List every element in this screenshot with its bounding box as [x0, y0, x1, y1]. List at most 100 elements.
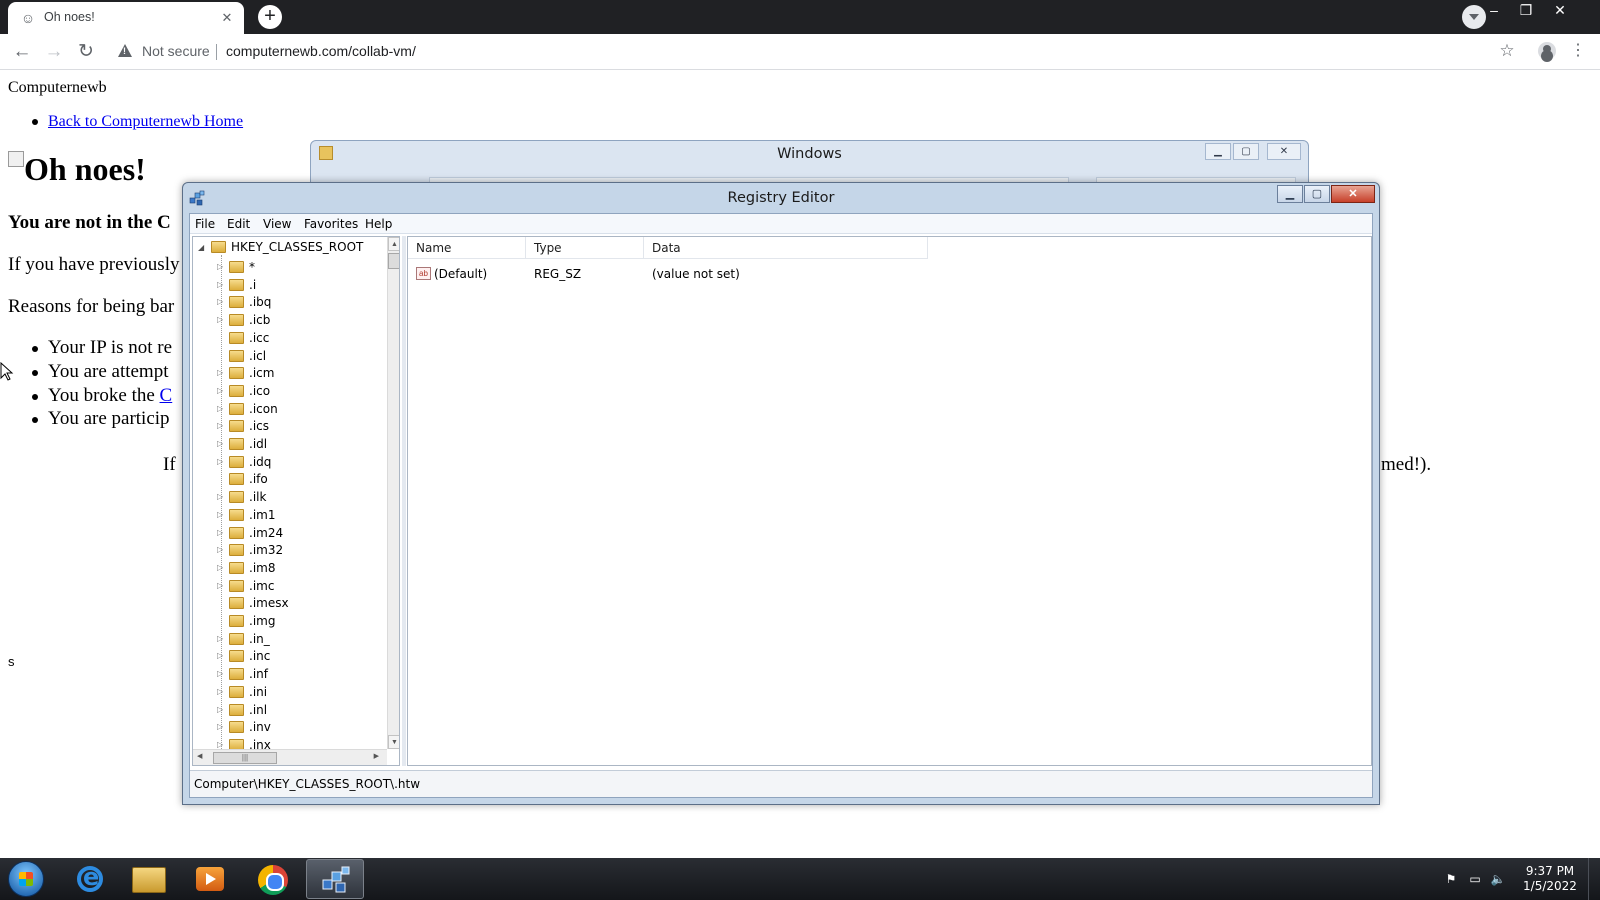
- reload-icon[interactable]: ↻: [74, 40, 98, 64]
- collapse-arrow-icon[interactable]: ◢: [198, 243, 204, 252]
- column-header-data[interactable]: Data: [644, 237, 928, 259]
- tree-item[interactable]: ▷ .idl: [193, 435, 383, 453]
- system-clock[interactable]: 9:37 PM 1/5/2022: [1518, 864, 1582, 894]
- back-arrow-icon[interactable]: ←: [10, 40, 34, 64]
- start-button[interactable]: [8, 861, 44, 897]
- forward-arrow-icon[interactable]: →: [42, 40, 66, 64]
- tree-item[interactable]: ▷ .idq: [193, 453, 383, 471]
- tree-item[interactable]: ▷ .ilk: [193, 488, 383, 506]
- tree-item[interactable]: ▷ .i: [193, 276, 383, 294]
- explorer-close-button[interactable]: ✕: [1267, 143, 1301, 160]
- expand-arrow-icon[interactable]: ▷: [217, 439, 223, 448]
- expand-arrow-icon[interactable]: ▷: [217, 386, 223, 395]
- menu-help[interactable]: Help: [365, 217, 392, 231]
- registry-key-tree[interactable]: ◢ HKEY_CLASSES_ROOT ▷ * ▷ .i ▷ .ibq ▷ .icb .icc.…: [192, 236, 400, 766]
- explorer-maximize-button[interactable]: ▢: [1233, 143, 1259, 160]
- registry-values-list[interactable]: Name Type Data ab (Default) REG_SZ (valu…: [407, 236, 1372, 766]
- tree-item[interactable]: ▷ .inf: [193, 665, 383, 683]
- tree-item-label[interactable]: .im32: [249, 543, 283, 557]
- new-tab-button[interactable]: +: [258, 5, 282, 29]
- taskbar-windows-explorer[interactable]: [120, 859, 178, 899]
- expand-arrow-icon[interactable]: ▷: [217, 262, 223, 271]
- tree-item[interactable]: ▷ .inl: [193, 701, 383, 719]
- expand-arrow-icon[interactable]: ▷: [217, 651, 223, 660]
- tree-item-label[interactable]: .imc: [249, 579, 274, 593]
- rules-link[interactable]: C: [160, 385, 173, 406]
- taskbar-chrome[interactable]: [244, 859, 302, 899]
- value-name[interactable]: (Default): [434, 267, 487, 281]
- tree-item-label[interactable]: .idq: [249, 455, 271, 469]
- expand-arrow-icon[interactable]: ▷: [217, 457, 223, 466]
- not-secure-label[interactable]: Not secure: [142, 43, 210, 59]
- tree-item-label[interactable]: .im24: [249, 526, 283, 540]
- expand-arrow-icon[interactable]: ▷: [217, 669, 223, 678]
- expand-arrow-icon[interactable]: ▷: [217, 634, 223, 643]
- tree-item[interactable]: ▷ .ini: [193, 683, 383, 701]
- expand-arrow-icon[interactable]: ▷: [217, 581, 223, 590]
- bookmark-star-icon[interactable]: ☆: [1496, 40, 1518, 62]
- tree-horizontal-scrollbar[interactable]: ◀ ||| ▶: [193, 749, 387, 765]
- tree-item-label[interactable]: .ini: [249, 685, 267, 699]
- tree-item-label[interactable]: .imesx: [249, 596, 289, 610]
- tree-item-label[interactable]: .in_: [249, 632, 270, 646]
- tree-item[interactable]: .icl: [193, 347, 383, 365]
- tree-item[interactable]: ▷ .icb: [193, 311, 383, 329]
- expand-arrow-icon[interactable]: ▷: [217, 368, 223, 377]
- menu-favorites[interactable]: Favorites: [304, 217, 358, 231]
- tree-item-label[interactable]: .icb: [249, 313, 270, 327]
- tree-item-label[interactable]: .im8: [249, 561, 275, 575]
- tree-item-label[interactable]: .ilk: [249, 490, 266, 504]
- scroll-thumb[interactable]: |||: [213, 752, 277, 764]
- tree-item[interactable]: ▷ .im8: [193, 559, 383, 577]
- regedit-minimize-button[interactable]: ▁: [1277, 185, 1303, 203]
- tree-vertical-scrollbar[interactable]: ▲ ▼: [387, 237, 399, 749]
- warning-icon[interactable]: [118, 44, 132, 57]
- taskbar-media-player[interactable]: [180, 859, 238, 899]
- expand-arrow-icon[interactable]: ▷: [217, 315, 223, 324]
- tree-item[interactable]: ▷ .im1: [193, 506, 383, 524]
- minimize-window-button[interactable]: –: [1478, 0, 1510, 20]
- browser-tab[interactable]: ☺ Oh noes! ✕: [8, 2, 244, 34]
- tree-item[interactable]: ▷ .ico: [193, 382, 383, 400]
- expand-arrow-icon[interactable]: ▷: [217, 492, 223, 501]
- expand-arrow-icon[interactable]: ▷: [217, 740, 223, 749]
- tree-item[interactable]: .imesx: [193, 594, 383, 612]
- column-header-type[interactable]: Type: [526, 237, 644, 259]
- taskbar-registry-editor[interactable]: [306, 859, 364, 899]
- tree-root-hkcr[interactable]: HKEY_CLASSES_ROOT: [231, 240, 363, 254]
- menu-file[interactable]: File: [195, 217, 215, 231]
- expand-arrow-icon[interactable]: ▷: [217, 687, 223, 696]
- tree-item-label[interactable]: .inf: [249, 667, 268, 681]
- tree-item-label[interactable]: .ics: [249, 419, 269, 433]
- regedit-titlebar[interactable]: Registry Editor ▁ ▢ ✕: [183, 183, 1379, 213]
- tree-item-label[interactable]: *: [249, 260, 255, 274]
- scroll-right-arrow-icon[interactable]: ▶: [374, 752, 379, 760]
- close-window-button[interactable]: ✕: [1544, 0, 1576, 20]
- tab-close-icon[interactable]: ✕: [218, 9, 236, 27]
- tree-item-label[interactable]: .img: [249, 614, 275, 628]
- explorer-minimize-button[interactable]: ▁: [1205, 143, 1231, 160]
- restore-window-button[interactable]: ❐: [1510, 0, 1542, 20]
- tree-item[interactable]: ▷ .ibq: [193, 293, 383, 311]
- expand-arrow-icon[interactable]: ▷: [217, 297, 223, 306]
- tree-item-label[interactable]: .icm: [249, 366, 274, 380]
- volume-icon[interactable]: 🔈: [1490, 872, 1506, 886]
- expand-arrow-icon[interactable]: ▷: [217, 510, 223, 519]
- regedit-maximize-button[interactable]: ▢: [1304, 185, 1330, 203]
- tree-item[interactable]: .img: [193, 612, 383, 630]
- expand-arrow-icon[interactable]: ▷: [217, 404, 223, 413]
- expand-arrow-icon[interactable]: ▷: [217, 421, 223, 430]
- regedit-close-button[interactable]: ✕: [1331, 185, 1375, 203]
- tree-item[interactable]: ▷ .im24: [193, 524, 383, 542]
- tree-item-label[interactable]: .idl: [249, 437, 267, 451]
- tree-item-label[interactable]: .icc: [249, 331, 269, 345]
- network-icon[interactable]: ▭: [1467, 872, 1483, 886]
- tree-item-label[interactable]: .i: [249, 278, 256, 292]
- address-bar[interactable]: Not secure computernewb.com/collab-vm/: [110, 39, 1515, 65]
- tree-item-label[interactable]: .inl: [249, 703, 267, 717]
- column-header-name[interactable]: Name: [408, 237, 526, 259]
- tree-item[interactable]: ▷ *: [193, 258, 383, 276]
- scroll-up-arrow-icon[interactable]: ▲: [388, 237, 399, 251]
- tree-item-label[interactable]: .ifo: [249, 472, 268, 486]
- tree-item[interactable]: ▷ .im32: [193, 541, 383, 559]
